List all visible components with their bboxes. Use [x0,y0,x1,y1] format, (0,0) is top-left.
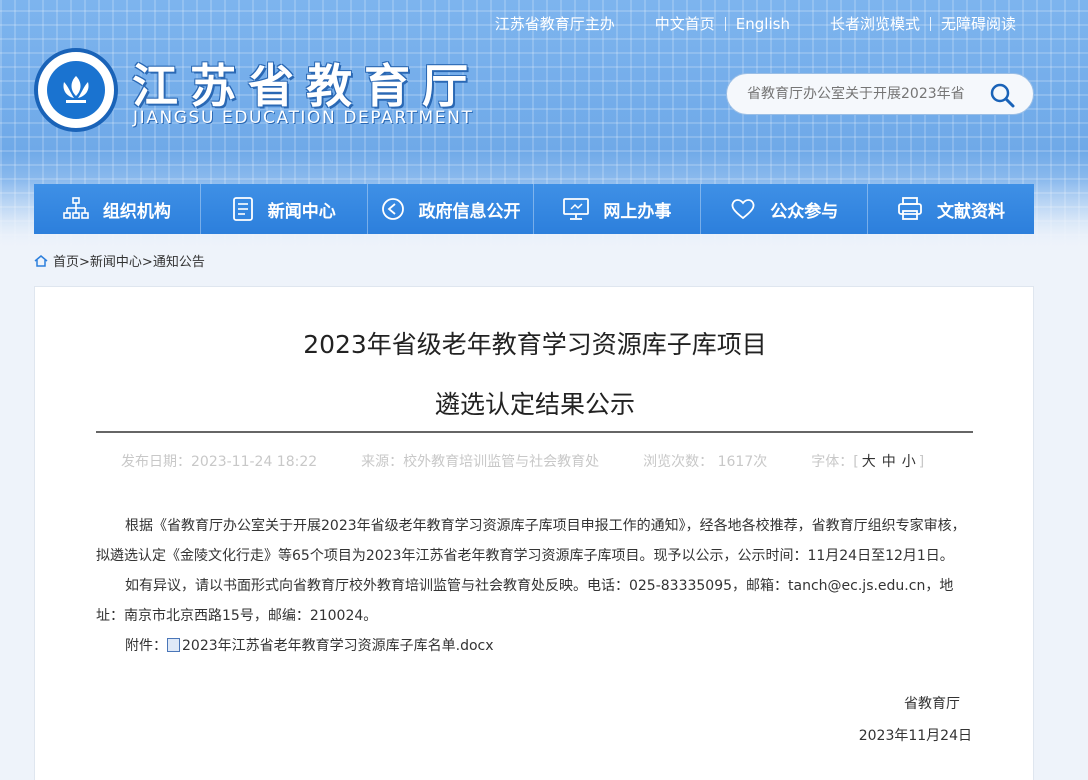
font-bracket-close: ] [918,454,925,470]
nav-label: 组织机构 [102,201,171,222]
heart-icon [731,199,755,220]
top-link-accessibility[interactable]: 无障碍阅读 [931,15,1026,33]
paragraph-2: 如有异议，请以书面形式向省教育厅校外教育培训监管与社会教育处反映。电话：025-… [96,578,954,624]
font-size-small[interactable]: 小 [902,454,916,470]
breadcrumb: 首页> 新闻中心> 通知公告 [34,251,205,270]
attachment-label: 附件： [125,638,167,654]
signature: 省教育厅 [904,696,960,712]
nav-item-public-participation[interactable]: 公众参与 [701,184,869,234]
site-title: 江苏省教育厅 [132,59,480,113]
nav-label: 公众参与 [770,201,839,222]
top-links: 江苏省教育厅主办 中文首页 English 长者浏览模式 无障碍阅读 [485,14,1026,34]
font-bracket-open: [ [853,454,859,470]
sign-date: 2023年11月24日 [858,728,972,744]
search-input[interactable] [747,86,975,102]
site-subtitle: JIANGSU EDUCATION DEPARTMENT [133,108,474,128]
font-size-label: 字体： [811,454,854,470]
document-icon [232,197,253,221]
search-box [726,73,1034,115]
nav-item-online-service[interactable]: 网上办事 [534,184,702,234]
breadcrumb-current[interactable]: 通知公告 [153,251,205,270]
monitor-icon [563,198,590,220]
printer-icon [898,197,922,220]
doc-file-icon [167,638,180,652]
site-logo[interactable] [34,48,118,132]
logo-emblem-icon [47,61,105,119]
nav-label: 文献资料 [937,201,1006,222]
play-circle-icon [381,198,404,220]
nav-item-documents[interactable]: 文献资料 [868,184,1034,234]
article-source: 来源：校外教育培训监管与社会教育处 [361,454,600,470]
article-title-line2: 遴选认定结果公示 [434,390,635,419]
breadcrumb-section[interactable]: 新闻中心> [90,251,153,270]
breadcrumb-home[interactable]: 首页> [53,251,90,270]
top-link-sponsor[interactable]: 江苏省教育厅主办 [485,15,625,33]
search-icon[interactable] [989,82,1015,108]
article-title-line1: 2023年省级老年教育学习资源库子库项目 [303,330,767,359]
top-link-elder-mode[interactable]: 长者浏览模式 [820,15,930,33]
nav-label: 网上办事 [603,201,672,222]
nav-label: 新闻中心 [267,201,336,222]
nav-item-news[interactable]: 新闻中心 [201,184,368,234]
home-icon [34,254,48,267]
article-meta: 发布日期：2023-11-24 18:22 来源：校外教育培训监管与社会教育处 … [121,451,961,471]
font-size-medium[interactable]: 中 [882,454,896,470]
org-chart-icon [63,197,89,219]
article-body: 根据《省教育厅办公室关于开展2023年省级老年教育学习资源库子库项目申报工作的通… [96,511,973,661]
attachment-line: 附件： 2023年江苏省老年教育学习资源库子库名单.docx [96,631,973,661]
font-size-large[interactable]: 大 [862,454,876,470]
top-link-english[interactable]: English [726,15,800,33]
view-count: 浏览次数： 1617次 [643,454,768,470]
article-card: 2023年省级老年教育学习资源库子库项目 遴选认定结果公示 发布日期：2023-… [34,286,1034,780]
main-nav: 组织机构 新闻中心 政府信息公开 网上办事 公众参与 文献资料 [34,184,1034,234]
title-divider [96,431,973,433]
nav-label: 政府信息公开 [418,201,521,222]
publish-date: 发布日期：2023-11-24 18:22 [121,454,318,470]
nav-item-organization[interactable]: 组织机构 [34,184,201,234]
attachment-link[interactable]: 2023年江苏省老年教育学习资源库子库名单.docx [182,638,494,654]
top-link-chinese-home[interactable]: 中文首页 [645,15,725,33]
font-size-control: 字体：[大中小] [811,451,924,471]
nav-item-gov-info[interactable]: 政府信息公开 [368,184,535,234]
paragraph-1: 根据《省教育厅办公室关于开展2023年省级老年教育学习资源库子库项目申报工作的通… [96,518,966,564]
